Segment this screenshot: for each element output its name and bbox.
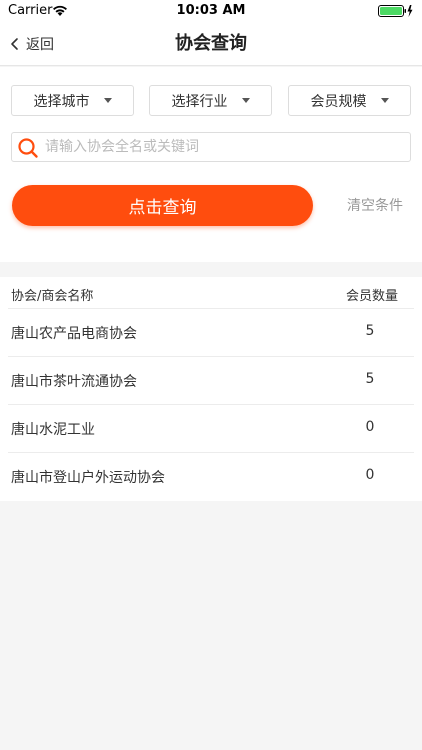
filter-panel: 选择城市 选择行业 会员规模 点击查询 清空条件 <box>0 67 422 262</box>
status-bar: Carrier 10:03 AM <box>0 0 422 22</box>
industry-dropdown[interactable]: 选择行业 <box>149 85 272 116</box>
row-name: 唐山市茶叶流通协会 <box>11 374 137 390</box>
header-name: 协会/商会名称 <box>11 289 94 304</box>
row-member-count: 5 <box>365 323 375 339</box>
search-input[interactable] <box>45 133 405 161</box>
table-row[interactable]: 唐山水泥工业 0 <box>0 404 422 452</box>
row-name: 唐山市登山户外运动协会 <box>11 470 165 486</box>
row-divider <box>8 452 414 453</box>
row-name: 唐山水泥工业 <box>11 422 95 438</box>
table-row[interactable]: 唐山市登山户外运动协会 0 <box>0 452 422 500</box>
query-button[interactable]: 点击查询 <box>12 185 313 226</box>
search-icon <box>18 138 38 158</box>
clear-conditions-button[interactable]: 清空条件 <box>335 193 415 219</box>
industry-dropdown-label: 选择行业 <box>171 93 228 110</box>
table-row[interactable]: 唐山市茶叶流通协会 5 <box>0 356 422 404</box>
table-row[interactable]: 唐山农产品电商协会 5 <box>0 308 422 356</box>
navigation-bar: 返回 协会查询 <box>0 22 422 66</box>
row-divider <box>8 356 414 357</box>
back-button[interactable]: 返回 <box>8 22 54 66</box>
results-table: 协会/商会名称 会员数量 唐山农产品电商协会 5 唐山市茶叶流通协会 5 唐山水… <box>0 277 422 501</box>
back-label: 返回 <box>26 37 54 53</box>
caret-down-icon <box>380 98 389 103</box>
caret-down-icon <box>241 98 250 103</box>
row-member-count: 5 <box>365 371 375 387</box>
row-member-count: 0 <box>365 467 375 483</box>
battery-charging-icon <box>378 5 413 17</box>
member-scale-dropdown[interactable]: 会员规模 <box>288 85 411 116</box>
clock-time: 10:03 AM <box>176 3 246 18</box>
row-divider <box>8 308 414 309</box>
search-box <box>11 132 411 162</box>
caret-down-icon <box>103 98 112 103</box>
chevron-left-icon <box>11 38 18 50</box>
city-dropdown[interactable]: 选择城市 <box>11 85 134 116</box>
row-name: 唐山农产品电商协会 <box>11 326 137 342</box>
header-member-count: 会员数量 <box>345 289 398 304</box>
member-scale-dropdown-label: 会员规模 <box>310 93 367 110</box>
city-dropdown-label: 选择城市 <box>33 93 90 110</box>
page-title: 协会查询 <box>175 33 247 54</box>
row-member-count: 0 <box>365 419 375 435</box>
table-header: 协会/商会名称 会员数量 <box>0 277 422 308</box>
row-divider <box>8 404 414 405</box>
